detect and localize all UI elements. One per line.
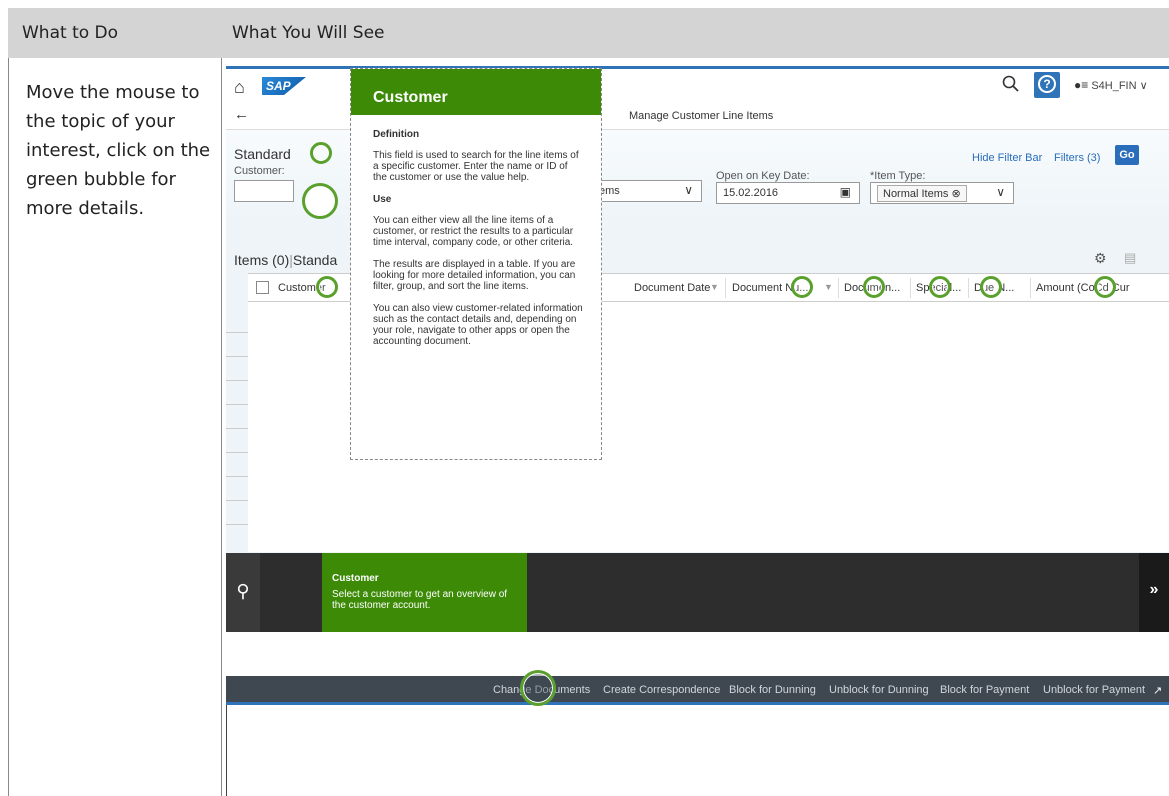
- hotspot-document-number[interactable]: [791, 276, 813, 298]
- key-date-value: 15.02.2016: [723, 187, 779, 199]
- definition-text: This field is used to search for the lin…: [373, 150, 579, 183]
- help-icon: ?: [1038, 75, 1056, 93]
- hide-filter-bar-link[interactable]: Hide Filter Bar: [972, 152, 1042, 164]
- doc-header: What to Do What You Will See: [8, 8, 1169, 58]
- user-icon: ●≡: [1074, 78, 1089, 92]
- chevron-down-icon: ∨: [996, 185, 1005, 199]
- hotspot-customer-col[interactable]: [316, 276, 338, 298]
- go-button[interactable]: Go: [1115, 145, 1139, 165]
- use-text-1: You can either view all the line items o…: [373, 215, 574, 248]
- item-type-label: *Item Type:: [870, 170, 926, 182]
- calendar-icon[interactable]: ▣: [840, 185, 851, 199]
- filters-link[interactable]: Filters (3): [1054, 152, 1100, 164]
- user-menu[interactable]: ●≡ S4H_FIN ∨: [1074, 78, 1148, 92]
- customer-tooltip: Customer Definition This field is used t…: [350, 68, 602, 460]
- use-text-3: You can also view customer-related infor…: [373, 303, 583, 347]
- instruction-text: Move the mouse to the topic of your inte…: [26, 82, 211, 219]
- export-icon[interactable]: ▤: [1124, 250, 1136, 266]
- hotspot-special-gl[interactable]: [929, 276, 951, 298]
- footer-toolbar: Change Documents Create Correspondence B…: [226, 676, 1169, 705]
- status-select[interactable]: ems ∨: [592, 180, 702, 202]
- app-title: Manage Customer Line Items: [629, 110, 774, 122]
- use-text-2: The results are displayed in a table. If…: [373, 259, 576, 292]
- user-name: S4H_FIN: [1091, 80, 1137, 92]
- item-type-token[interactable]: Normal Items ⊗: [877, 185, 967, 202]
- hotspot-due-net[interactable]: [980, 276, 1002, 298]
- hotspot-document-type[interactable]: [863, 276, 885, 298]
- share-icon[interactable]: ↗: [1153, 684, 1162, 697]
- search-icon[interactable]: [1002, 75, 1020, 93]
- back-arrow-icon[interactable]: ←: [234, 106, 249, 123]
- hotspot-customer-field[interactable]: [302, 183, 338, 219]
- create-correspondence-button[interactable]: Create Correspondence: [603, 684, 720, 696]
- unblock-for-dunning-button[interactable]: Unblock for Dunning: [829, 684, 929, 696]
- unblock-for-payment-button[interactable]: Unblock for Payment: [1043, 684, 1145, 696]
- sap-logo: SAP: [262, 77, 306, 95]
- customer-input[interactable]: [234, 180, 294, 202]
- guide-bar: ⚲ Customer Select a customer to get an o…: [226, 553, 1169, 632]
- definition-heading: Definition: [373, 129, 420, 140]
- guide-card[interactable]: Customer Select a customer to get an ove…: [322, 553, 527, 632]
- guide-card-title: Customer: [332, 573, 379, 584]
- customer-label: Customer:: [234, 165, 285, 177]
- hotspot-amount[interactable]: [1094, 276, 1116, 298]
- gear-icon[interactable]: ⚙: [1094, 250, 1107, 267]
- guide-card-text: Select a customer to get an overview of …: [332, 589, 508, 611]
- sort-icon: ▼: [824, 282, 833, 292]
- col2-header: What You Will See: [232, 23, 385, 43]
- block-for-dunning-button[interactable]: Block for Dunning: [729, 684, 816, 696]
- sap-screenshot: ⌂ SAP ? ●≡ S4H_FIN ∨ ← Manage Customer L…: [226, 66, 1169, 796]
- hotspot-variant[interactable]: [310, 142, 332, 164]
- tooltip-title: Customer: [351, 69, 601, 115]
- home-icon[interactable]: ⌂: [234, 77, 245, 98]
- col-document-date[interactable]: Document Date: [634, 282, 710, 294]
- status-value: ems: [599, 185, 620, 197]
- use-heading: Use: [373, 194, 392, 205]
- item-type-select[interactable]: Normal Items ⊗ ∨: [870, 182, 1014, 204]
- items-title: Items (0)|Standa: [234, 252, 338, 268]
- chevron-down-icon: ∨: [684, 183, 693, 197]
- chevron-down-icon: ∨: [1139, 80, 1148, 92]
- search-icon[interactable]: ⚲: [226, 553, 260, 632]
- sort-icon: ▼: [710, 282, 719, 292]
- block-for-payment-button[interactable]: Block for Payment: [940, 684, 1029, 696]
- hotspot-change-documents[interactable]: [520, 670, 556, 706]
- divider: [226, 705, 227, 796]
- key-date-label: Open on Key Date:: [716, 170, 810, 182]
- col1-header: What to Do: [22, 23, 119, 43]
- help-button[interactable]: ?: [1034, 72, 1060, 98]
- key-date-input[interactable]: 15.02.2016 ▣: [716, 182, 860, 204]
- chevron-right-icon[interactable]: »: [1139, 553, 1169, 632]
- select-all-checkbox[interactable]: [256, 281, 269, 294]
- variant-name[interactable]: Standard: [234, 146, 291, 162]
